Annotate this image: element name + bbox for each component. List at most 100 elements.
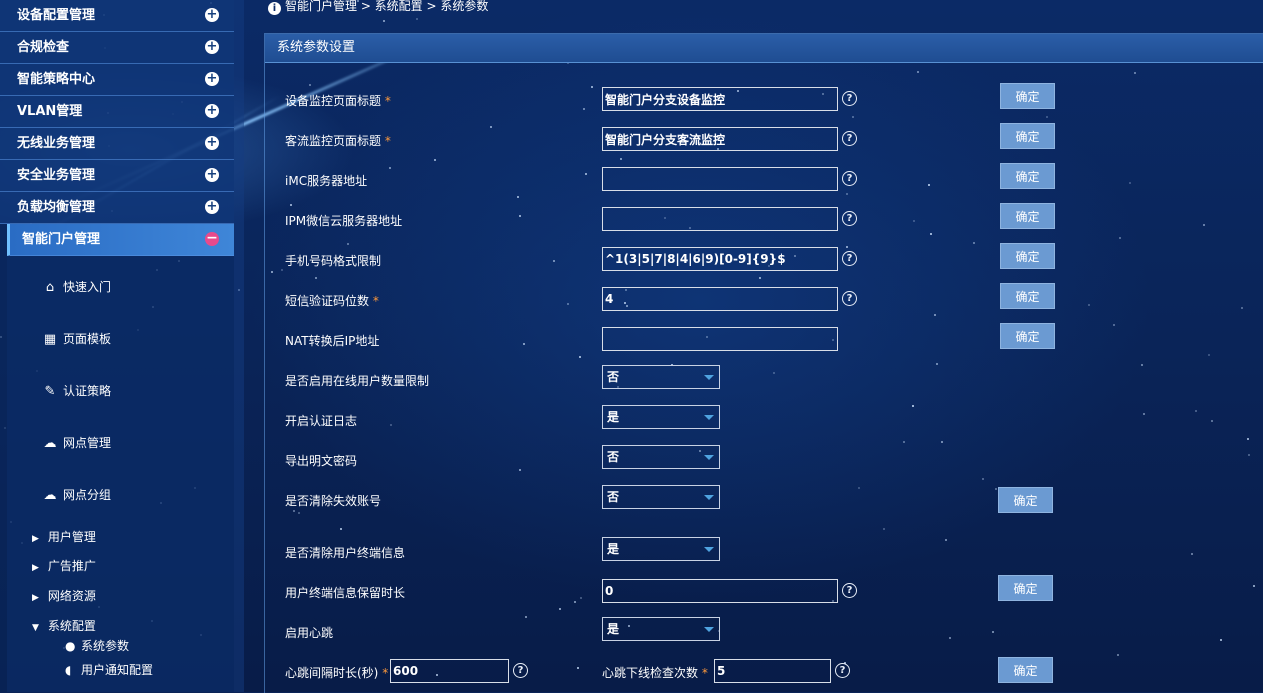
caret-down-icon: ▼ — [32, 623, 39, 633]
terminal-retention-input[interactable] — [602, 579, 838, 603]
caret-right-icon: ▶ — [32, 563, 39, 573]
star — [416, 18, 418, 20]
row-online-limit: 是否启用在线用户数量限制 否 — [265, 365, 1263, 393]
chevron-down-icon — [704, 547, 714, 552]
confirm-button[interactable]: 确定 — [1000, 163, 1055, 189]
notify-icon: ◖ — [65, 663, 72, 677]
row-nat-ip: NAT转换后IP地址 确定 — [265, 323, 1263, 353]
confirm-button[interactable]: 确定 — [998, 657, 1053, 683]
caret-right-icon: ▶ — [32, 534, 39, 544]
row-clear-terminal: 是否清除用户终端信息 是 — [265, 537, 1263, 565]
row-export-plain-pwd: 导出明文密码 否 — [265, 445, 1263, 473]
help-icon[interactable]: ? — [842, 211, 857, 226]
tree-ads[interactable]: ▶ 广告推广 — [32, 557, 96, 574]
help-icon[interactable]: ? — [842, 171, 857, 186]
star — [383, 20, 385, 22]
imc-server-input[interactable] — [602, 167, 838, 191]
plus-icon: + — [205, 39, 219, 54]
cloud-icon: ☁ — [43, 436, 57, 451]
sub-site-manage[interactable]: ☁ 网点管理 — [42, 433, 112, 453]
confirm-button[interactable]: 确定 — [1000, 243, 1055, 269]
nat-ip-input[interactable] — [602, 327, 838, 351]
panel-title: 系统参数设置 — [265, 34, 1263, 63]
row-auth-log: 开启认证日志 是 — [265, 405, 1263, 433]
row-traffic-monitor-title: 客流监控页面标题 * ? 确定 — [265, 123, 1263, 153]
row-sms-digits: 短信验证码位数 * ? 确定 — [265, 283, 1263, 313]
help-icon[interactable]: ? — [842, 131, 857, 146]
confirm-button[interactable]: 确定 — [998, 487, 1053, 513]
sub-page-template[interactable]: ▦ 页面模板 — [42, 329, 111, 349]
breadcrumb: i 智能门户管理 > 系统配置 > 系统参数 — [268, 0, 488, 15]
menu-device-config[interactable]: 设备配置管理 + — [0, 0, 234, 32]
traffic-monitor-title-input[interactable] — [602, 127, 838, 151]
info-icon: ● — [65, 639, 76, 653]
plus-icon: + — [205, 167, 219, 182]
confirm-button[interactable]: 确定 — [998, 575, 1053, 601]
chevron-down-icon — [704, 415, 714, 420]
row-phone-format: 手机号码格式限制 ? 确定 — [265, 243, 1263, 273]
row-imc-server: iMC服务器地址 ? 确定 — [265, 163, 1263, 193]
system-params-panel: 系统参数设置 设备监控页面标题 * ? 确定 客流监控页面标题 * ? 确定 i… — [264, 33, 1263, 693]
help-icon[interactable]: ? — [842, 91, 857, 106]
confirm-button[interactable]: 确定 — [1000, 323, 1055, 349]
sub-site-group[interactable]: ☁ 网点分组 — [42, 485, 112, 505]
leaf-user-notify[interactable]: ◖ 用户通知配置 — [65, 661, 153, 678]
tree-network-resource[interactable]: ▶ 网络资源 — [32, 587, 96, 604]
sub-auth-policy[interactable]: ✎ 认证策略 — [42, 381, 111, 401]
plus-icon: + — [205, 199, 219, 214]
phone-format-input[interactable] — [602, 247, 838, 271]
plus-icon: + — [205, 71, 219, 86]
sidebar: 设备配置管理 + 合规检查 + 智能策略中心 + VLAN管理 + 无线业务管理 + 安全… — [0, 0, 244, 692]
chevron-down-icon — [704, 375, 714, 380]
confirm-button[interactable]: 确定 — [1000, 203, 1055, 229]
chevron-down-icon — [704, 455, 714, 460]
confirm-button[interactable]: 确定 — [1000, 83, 1055, 109]
minus-icon: − — [205, 230, 219, 246]
tree-user-manage[interactable]: ▶ 用户管理 — [32, 528, 96, 545]
caret-right-icon: ▶ — [32, 593, 39, 603]
plus-icon: + — [205, 103, 219, 118]
menu-compliance[interactable]: 合规检查 + — [0, 32, 234, 64]
home-icon: ⌂ — [45, 280, 55, 295]
menu-load-balance[interactable]: 负载均衡管理 + — [0, 192, 234, 224]
help-icon[interactable]: ? — [513, 663, 528, 678]
help-icon[interactable]: ? — [835, 663, 850, 678]
tree-system-config[interactable]: ▼ 系统配置 — [32, 617, 96, 634]
row-ipm-server: IPM微信云服务器地址 ? 确定 — [265, 203, 1263, 233]
confirm-button[interactable]: 确定 — [1000, 123, 1055, 149]
help-icon[interactable]: ? — [842, 291, 857, 306]
sms-digits-input[interactable] — [602, 287, 838, 311]
export-plain-pwd-select[interactable]: 否 — [602, 445, 720, 469]
menu-vlan[interactable]: VLAN管理 + — [0, 96, 234, 128]
portal-submenu: ⌂ 快速入门 ▦ 页面模板 ✎ 认证策略 ☁ 网点管理 ☁ 网点分组 ▶ 用户管理 ▶ 广… — [7, 256, 234, 692]
clear-terminal-select[interactable]: 是 — [602, 537, 720, 561]
help-icon[interactable]: ? — [842, 251, 857, 266]
heartbeat-check-count-input[interactable] — [714, 659, 831, 683]
menu-smart-portal[interactable]: 智能门户管理 − — [7, 224, 234, 256]
row-clear-expired: 是否清除失效账号 否 确定 — [265, 485, 1263, 513]
template-icon: ▦ — [43, 332, 57, 347]
heartbeat-interval-input[interactable] — [390, 659, 509, 683]
clear-expired-select[interactable]: 否 — [602, 485, 720, 509]
auth-policy-icon: ✎ — [44, 384, 56, 399]
row-heartbeat: 启用心跳 是 — [265, 617, 1263, 645]
plus-icon: + — [205, 135, 219, 150]
help-icon[interactable]: ? — [842, 583, 857, 598]
plus-icon: + — [205, 7, 219, 22]
chevron-down-icon — [704, 495, 714, 500]
leaf-system-params[interactable]: ● 系统参数 — [65, 637, 129, 654]
menu-security[interactable]: 安全业务管理 + — [0, 160, 234, 192]
cloud-group-icon: ☁ — [43, 488, 57, 503]
menu-wireless[interactable]: 无线业务管理 + — [0, 128, 234, 160]
heartbeat-select[interactable]: 是 — [602, 617, 720, 641]
chevron-down-icon — [704, 627, 714, 632]
sub-quick-start[interactable]: ⌂ 快速入门 — [42, 277, 111, 297]
auth-log-select[interactable]: 是 — [602, 405, 720, 429]
online-limit-select[interactable]: 否 — [602, 365, 720, 389]
info-icon: i — [268, 2, 281, 15]
ipm-server-input[interactable] — [602, 207, 838, 231]
device-monitor-title-input[interactable] — [602, 87, 838, 111]
confirm-button[interactable]: 确定 — [1000, 283, 1055, 309]
menu-policy-center[interactable]: 智能策略中心 + — [0, 64, 234, 96]
row-heartbeat-interval: 心跳间隔时长(秒) * ? 心跳下线检查次数 * ? 确定 — [265, 657, 1263, 685]
